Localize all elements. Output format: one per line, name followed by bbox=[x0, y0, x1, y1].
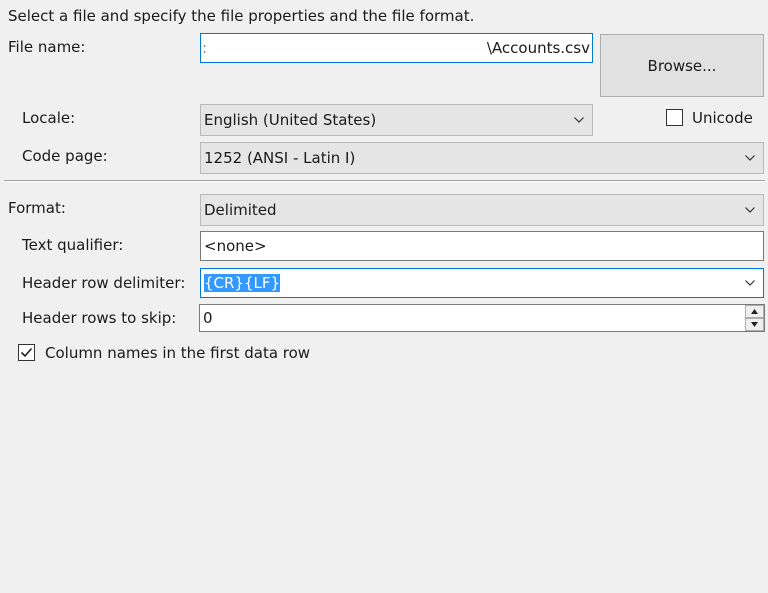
header-rows-to-skip-label: Header rows to skip: bbox=[22, 309, 177, 327]
header-rows-to-skip-stepper[interactable]: 0 bbox=[199, 304, 765, 332]
code-page-select[interactable]: 1252 (ANSI - Latin I) bbox=[200, 142, 764, 174]
header-rows-to-skip-value: 0 bbox=[203, 309, 213, 327]
format-value: Delimited bbox=[204, 201, 277, 219]
locale-value: English (United States) bbox=[204, 111, 377, 129]
file-name-value-suffix: ‎\Accounts.csv bbox=[486, 39, 590, 57]
chevron-down-icon bbox=[745, 207, 755, 213]
checkmark-icon bbox=[20, 347, 33, 358]
format-select[interactable]: Delimited bbox=[200, 194, 764, 226]
instructions-text: Select a file and specify the file prope… bbox=[8, 7, 475, 25]
header-row-delimiter-label: Header row delimiter: bbox=[22, 274, 186, 292]
column-names-checkbox[interactable] bbox=[18, 344, 35, 361]
file-name-label: File name: bbox=[8, 38, 86, 56]
locale-label: Locale: bbox=[22, 109, 76, 127]
chevron-down-icon bbox=[745, 280, 755, 286]
file-name-value-prefix: : bbox=[202, 39, 208, 57]
chevron-down-icon bbox=[574, 117, 584, 123]
code-page-value: 1252 (ANSI - Latin I) bbox=[204, 149, 356, 167]
format-label: Format: bbox=[8, 199, 66, 217]
caret-up-icon bbox=[751, 309, 758, 314]
header-row-delimiter-value: {CR}{LF} bbox=[204, 274, 281, 292]
section-divider bbox=[4, 180, 765, 182]
text-qualifier-input[interactable]: <none> bbox=[200, 231, 764, 261]
text-qualifier-label: Text qualifier: bbox=[22, 236, 124, 254]
browse-button[interactable]: Browse... bbox=[600, 34, 764, 97]
spin-up-button[interactable] bbox=[745, 305, 764, 318]
spin-down-button[interactable] bbox=[745, 318, 764, 331]
column-names-label: Column names in the first data row bbox=[45, 344, 311, 362]
unicode-label: Unicode bbox=[692, 109, 753, 127]
file-name-input[interactable]: : ‎\Accounts.csv bbox=[200, 33, 593, 63]
header-row-delimiter-combobox[interactable]: {CR}{LF} bbox=[200, 268, 764, 298]
locale-select[interactable]: English (United States) bbox=[200, 104, 593, 136]
chevron-down-icon bbox=[745, 155, 755, 161]
code-page-label: Code page: bbox=[22, 147, 108, 165]
unicode-checkbox[interactable] bbox=[666, 109, 683, 126]
caret-down-icon bbox=[751, 322, 758, 327]
